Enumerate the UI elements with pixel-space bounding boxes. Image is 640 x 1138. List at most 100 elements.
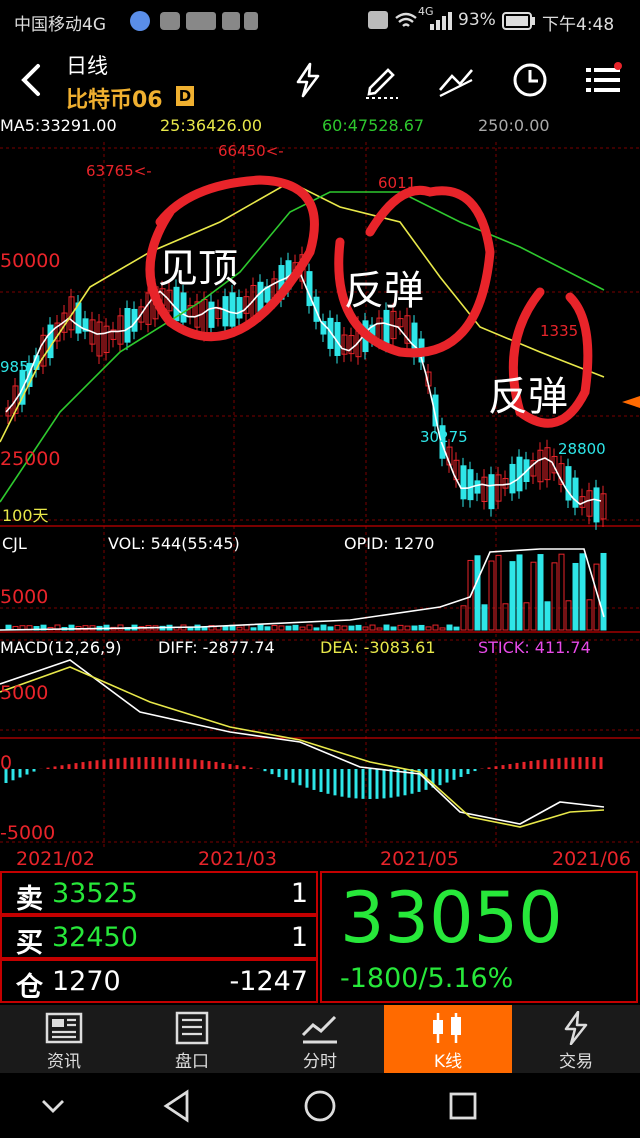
volume-bar bbox=[572, 562, 579, 631]
low-annotation-2: 28800 bbox=[558, 440, 606, 458]
sell-qty: 1 bbox=[290, 878, 308, 909]
volume-bar bbox=[334, 624, 341, 631]
sell-label: 卖 bbox=[16, 884, 43, 915]
candle-body bbox=[593, 487, 600, 523]
volume-bar bbox=[348, 625, 355, 631]
volume-bar bbox=[369, 624, 376, 631]
volume-bar bbox=[474, 555, 481, 631]
buy-price: 32450 bbox=[52, 922, 138, 953]
volume-panel-label: CJL bbox=[2, 534, 27, 553]
candle-body bbox=[208, 301, 215, 328]
volume-bar bbox=[523, 602, 530, 631]
volume-bar bbox=[460, 605, 467, 631]
volume-bar bbox=[250, 627, 257, 631]
trade-icon bbox=[564, 1011, 588, 1045]
candle-body bbox=[236, 296, 243, 319]
battery-icon bbox=[502, 12, 536, 35]
last-price: 33050 bbox=[340, 877, 563, 959]
current-price-marker bbox=[622, 396, 640, 408]
trend-line-icon[interactable] bbox=[436, 60, 476, 100]
nav-home-icon[interactable] bbox=[303, 1089, 337, 1123]
tab-news[interactable]: 资讯 bbox=[0, 1005, 128, 1073]
volume-bar bbox=[530, 561, 537, 631]
volume-bar bbox=[264, 626, 271, 631]
app-notification-icons bbox=[128, 8, 258, 39]
draw-pen-icon[interactable] bbox=[362, 60, 402, 100]
ma250-legend: 250:0.00 bbox=[478, 116, 550, 135]
price-change: -1800/5.16% bbox=[340, 963, 514, 994]
volume-value: VOL: 544(55:45) bbox=[108, 534, 240, 553]
nav-recents-icon[interactable] bbox=[448, 1091, 478, 1121]
kline-chart[interactable] bbox=[0, 112, 640, 872]
sell-price: 33525 bbox=[52, 878, 138, 909]
kline-icon bbox=[433, 1013, 461, 1043]
volume-bar bbox=[411, 625, 418, 631]
volume-bar bbox=[544, 601, 551, 631]
bottom-tab-bar: 资讯 盘口 分时 K线 交易 bbox=[0, 1005, 640, 1073]
tab-timeshare[interactable]: 分时 bbox=[256, 1005, 384, 1073]
last-price-box: 33050 -1800/5.16% bbox=[320, 871, 638, 1003]
volume-bar bbox=[313, 627, 320, 631]
volume-axis: 5000 bbox=[0, 586, 49, 608]
volume-bar bbox=[586, 599, 593, 631]
clock-icon[interactable] bbox=[510, 60, 550, 100]
volume-bar bbox=[558, 553, 565, 631]
ma25-legend: 25:36426.00 bbox=[160, 116, 263, 135]
sell-row[interactable]: 卖 33525 1 bbox=[0, 871, 318, 915]
timeshare-icon bbox=[301, 1015, 337, 1044]
quote-panel: 卖 33525 1 买 32450 1 仓 1270 -1247 33050 -… bbox=[0, 871, 640, 1005]
system-nav-bar bbox=[0, 1073, 640, 1138]
instrument-badge: D bbox=[176, 86, 194, 106]
nav-hide-icon[interactable] bbox=[38, 1091, 68, 1121]
volume-bar bbox=[481, 604, 488, 631]
volume-bar bbox=[418, 624, 425, 631]
buy-label: 买 bbox=[16, 928, 43, 959]
handwritten-label-rebound-1: 反弹 bbox=[344, 268, 424, 314]
open-interest-value: OPID: 1270 bbox=[344, 534, 435, 553]
low-annotation-1: 30275 bbox=[420, 428, 468, 446]
volume-bar bbox=[243, 624, 250, 631]
back-arrow-icon[interactable] bbox=[12, 60, 52, 100]
high-annotation-3: 6011 bbox=[378, 174, 417, 192]
volume-bar bbox=[439, 627, 446, 631]
volume-bar bbox=[579, 553, 586, 631]
status-bar: 中国移动4G 4G 93% 下午4:48 bbox=[0, 0, 640, 44]
tab-kline[interactable]: K线 bbox=[384, 1005, 512, 1073]
volume-bar bbox=[271, 624, 278, 631]
macd-dea-line bbox=[0, 666, 605, 828]
tab-trade[interactable]: 交易 bbox=[512, 1005, 640, 1073]
lightning-icon[interactable] bbox=[288, 60, 328, 100]
price-axis-left-tick: 985 bbox=[0, 358, 29, 376]
volume-bar bbox=[257, 624, 264, 631]
volume-bar bbox=[278, 625, 285, 631]
position-row: 仓 1270 -1247 bbox=[0, 959, 318, 1003]
network-type: 4G bbox=[418, 5, 434, 18]
candle-body bbox=[467, 469, 474, 501]
handwritten-label-top: 见顶 bbox=[158, 246, 238, 292]
candle-body bbox=[474, 480, 481, 494]
volume-bar bbox=[425, 626, 432, 631]
macd-stick: STICK: 411.74 bbox=[478, 638, 591, 657]
period-label: 日线 bbox=[66, 54, 108, 78]
candle-body bbox=[264, 286, 271, 303]
volume-bar bbox=[306, 624, 313, 631]
position-change: -1247 bbox=[229, 966, 308, 997]
tab-trade-label: 交易 bbox=[559, 1052, 593, 1072]
volume-bar bbox=[376, 627, 383, 631]
instrument-name[interactable]: 比特币06 bbox=[66, 82, 163, 114]
macd-panel-label: MACD(12,26,9) bbox=[0, 638, 122, 657]
candle-body bbox=[180, 292, 187, 323]
carrier-label: 中国移动4G bbox=[14, 15, 106, 35]
volume-bar bbox=[187, 627, 194, 631]
volume-bar bbox=[299, 626, 306, 631]
news-icon bbox=[45, 1012, 83, 1044]
signal-icons bbox=[368, 8, 460, 39]
volume-bar bbox=[236, 626, 243, 631]
ma100-legend: 100天 bbox=[2, 506, 49, 525]
macd-diff-line bbox=[0, 659, 605, 825]
tab-orderbook[interactable]: 盘口 bbox=[128, 1005, 256, 1073]
volume-bar bbox=[509, 561, 516, 631]
list-menu-icon[interactable] bbox=[584, 60, 624, 100]
nav-back-icon[interactable] bbox=[162, 1089, 192, 1123]
buy-row[interactable]: 买 32450 1 bbox=[0, 915, 318, 959]
